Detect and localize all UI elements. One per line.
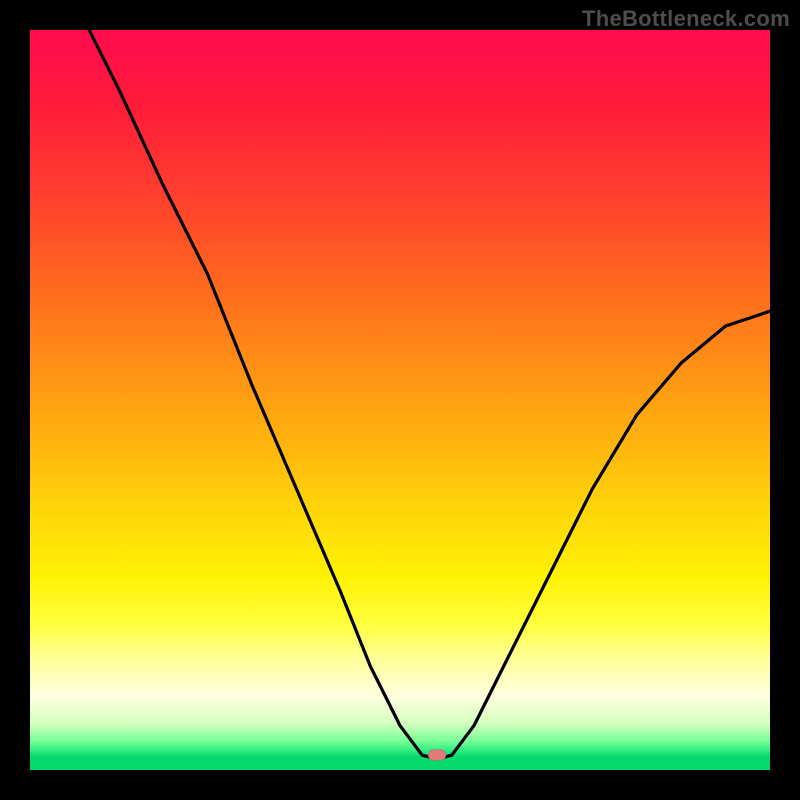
page-root: TheBottleneck.com (0, 0, 800, 800)
bottleneck-curve (30, 30, 770, 770)
chart-plot-area (30, 30, 770, 770)
optimal-point-marker (428, 750, 446, 761)
watermark-text: TheBottleneck.com (582, 6, 790, 32)
curve-path (89, 30, 770, 759)
